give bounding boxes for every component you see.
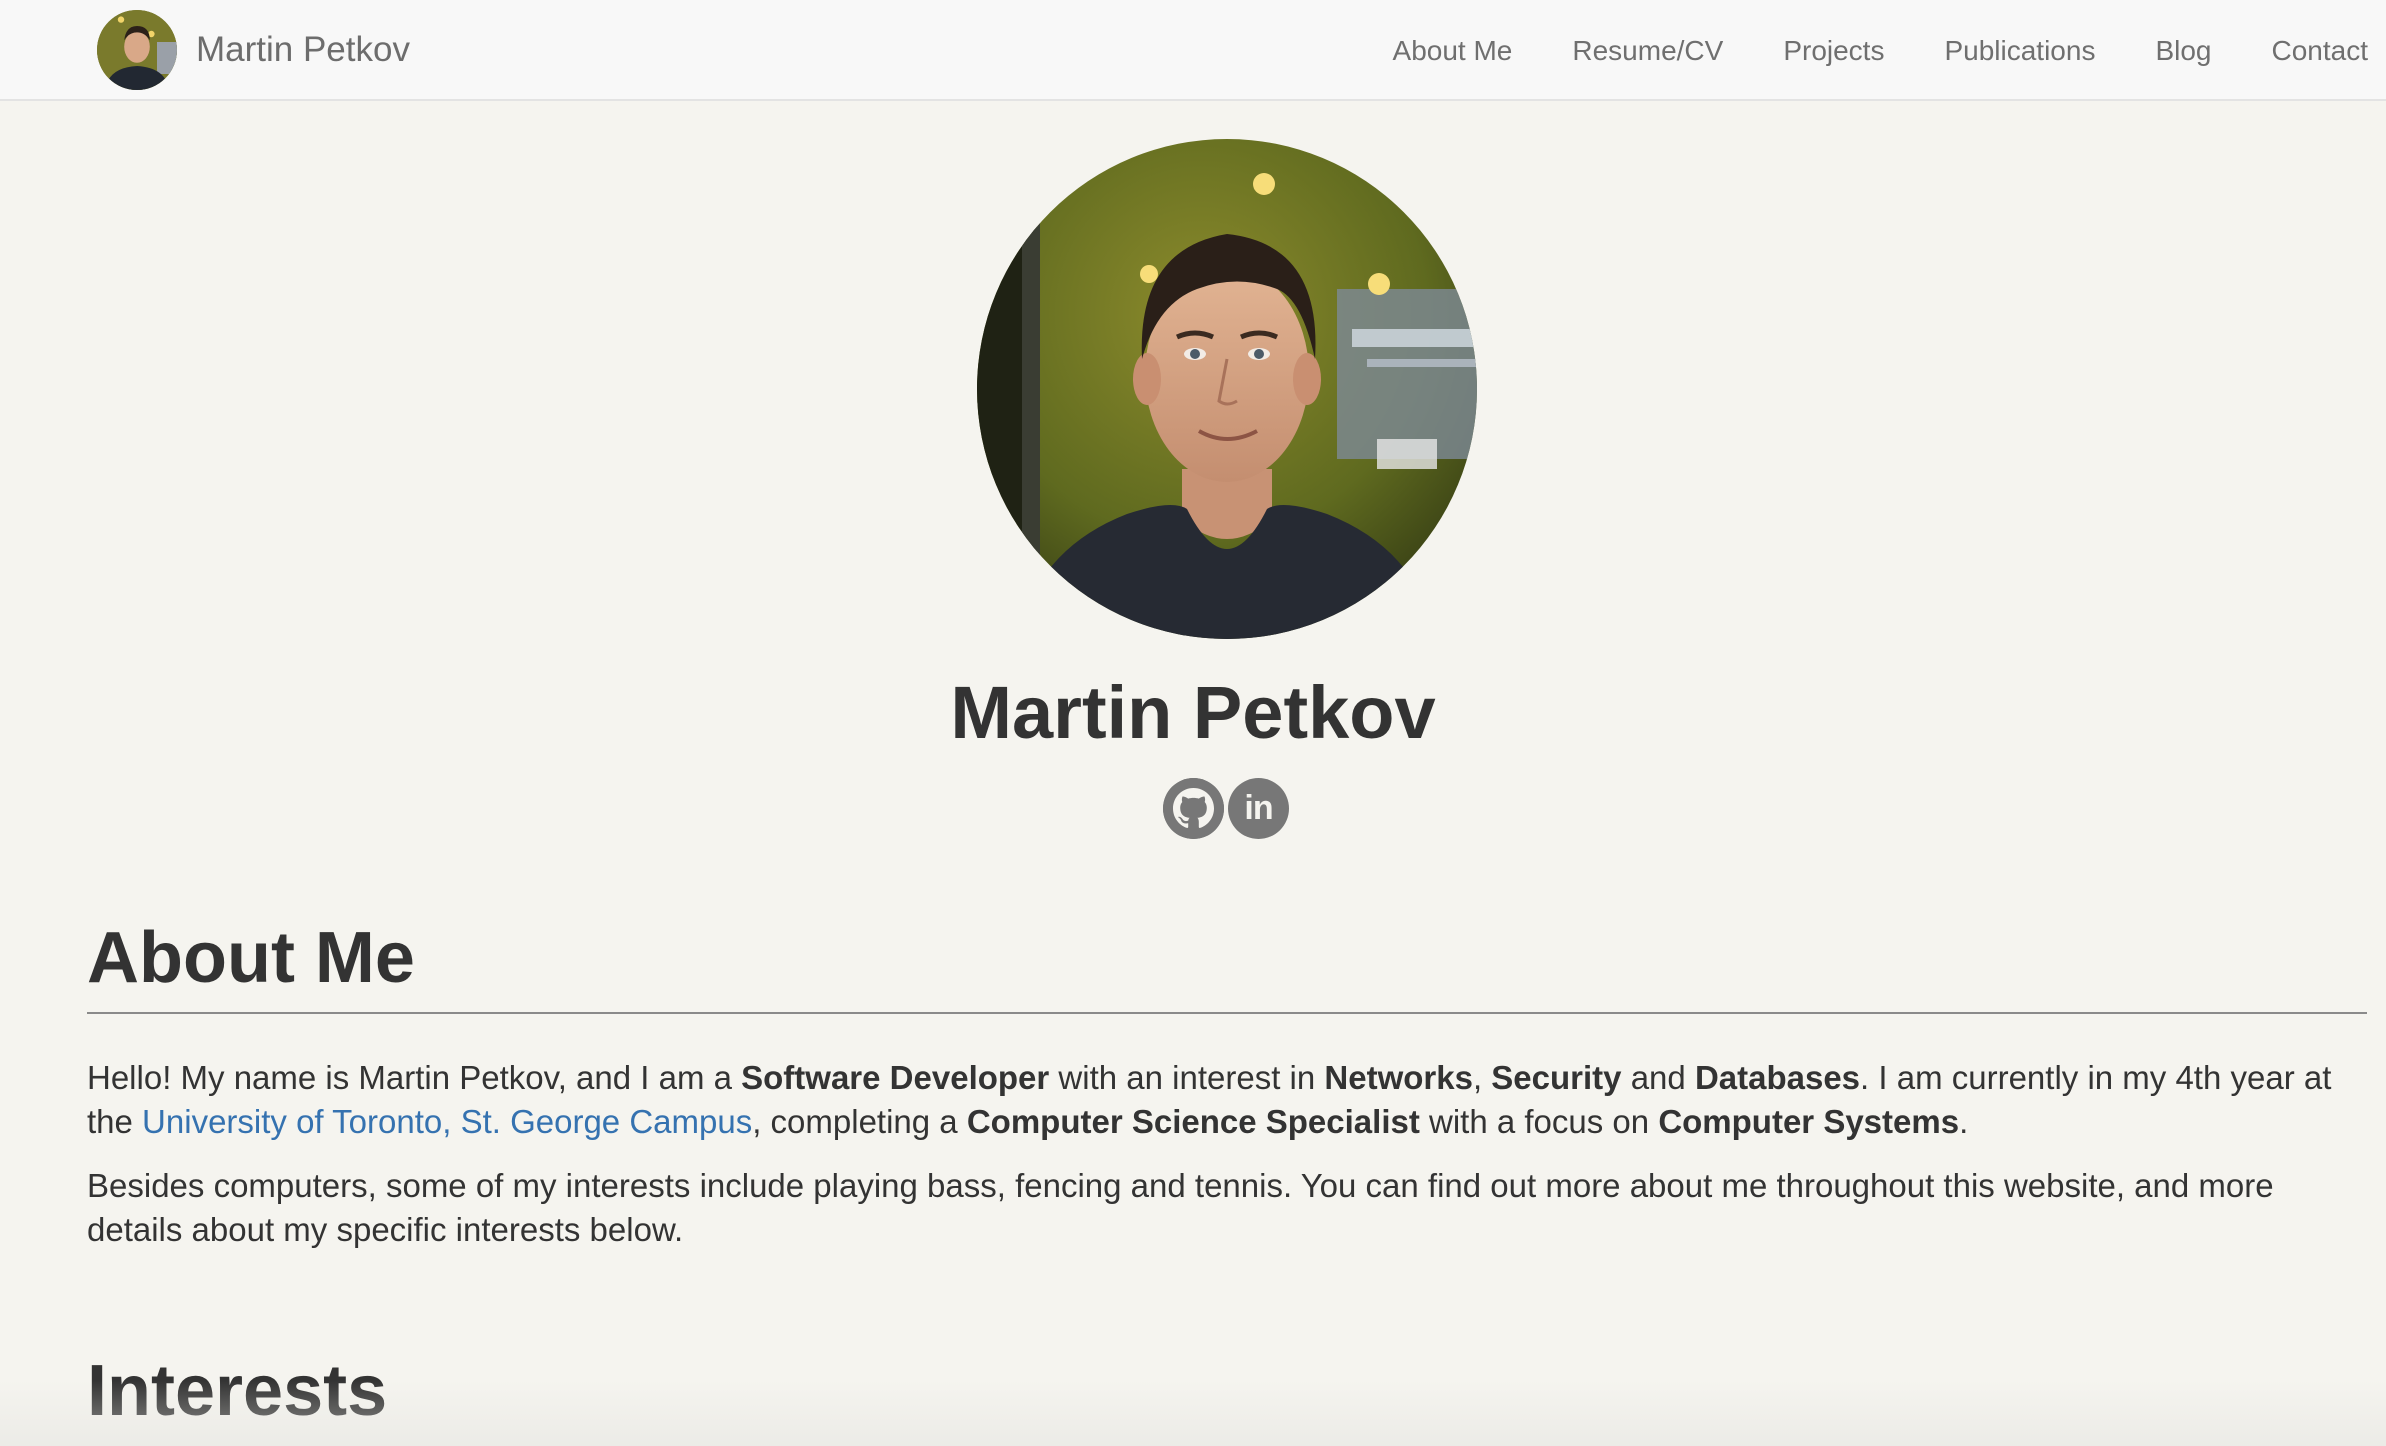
profile-name: Martin Petkov <box>950 671 1436 754</box>
bold-software-developer: Software Developer <box>741 1059 1050 1096</box>
section-divider <box>87 1012 2367 1014</box>
text-run: . <box>1959 1103 1969 1140</box>
linkedin-glyph: in <box>1244 789 1273 827</box>
about-paragraph-2: Besides computers, some of my interests … <box>87 1167 2274 1248</box>
bold-cs-specialist: Computer Science Specialist <box>966 1103 1420 1140</box>
text-run: , <box>1472 1059 1492 1096</box>
github-icon[interactable] <box>1163 778 1224 839</box>
social-links: in <box>1163 778 1293 839</box>
bold-databases: Databases <box>1694 1059 1861 1096</box>
nav-links: About Me Resume/CV Projects Publications… <box>1333 0 2368 101</box>
brand-avatar[interactable] <box>97 10 177 90</box>
bold-security: Security <box>1491 1059 1622 1096</box>
brand-name[interactable]: Martin Petkov <box>196 30 410 70</box>
linkedin-icon[interactable]: in <box>1228 778 1289 839</box>
bold-networks: Networks <box>1324 1059 1473 1096</box>
bold-computer-systems: Computer Systems <box>1658 1103 1960 1140</box>
nav-link-about-me[interactable]: About Me <box>1393 35 1513 67</box>
nav-link-blog[interactable]: Blog <box>2155 35 2211 67</box>
navbar: Martin Petkov About Me Resume/CV Project… <box>0 0 2386 101</box>
nav-link-contact[interactable]: Contact <box>2272 35 2369 67</box>
text-run: Hello! My name is Martin Petkov, and I a… <box>87 1059 742 1096</box>
profile-photo <box>977 139 1477 639</box>
nav-link-publications[interactable]: Publications <box>1944 35 2095 67</box>
interests-heading: Interests <box>87 1351 388 1431</box>
nav-link-projects[interactable]: Projects <box>1783 35 1884 67</box>
text-run: with a focus on <box>1419 1103 1659 1140</box>
nav-link-resume-cv[interactable]: Resume/CV <box>1572 35 1723 67</box>
university-link[interactable]: University of Toronto, St. George Campus <box>142 1103 752 1140</box>
about-me-heading: About Me <box>87 918 415 998</box>
text-run: and <box>1621 1059 1695 1096</box>
text-run: , completing a <box>752 1103 967 1140</box>
brand-link[interactable]: Martin Petkov <box>97 10 410 90</box>
about-paragraph-1: Hello! My name is Martin Petkov, and I a… <box>87 1056 2377 1144</box>
text-run: with an interest in <box>1049 1059 1325 1096</box>
